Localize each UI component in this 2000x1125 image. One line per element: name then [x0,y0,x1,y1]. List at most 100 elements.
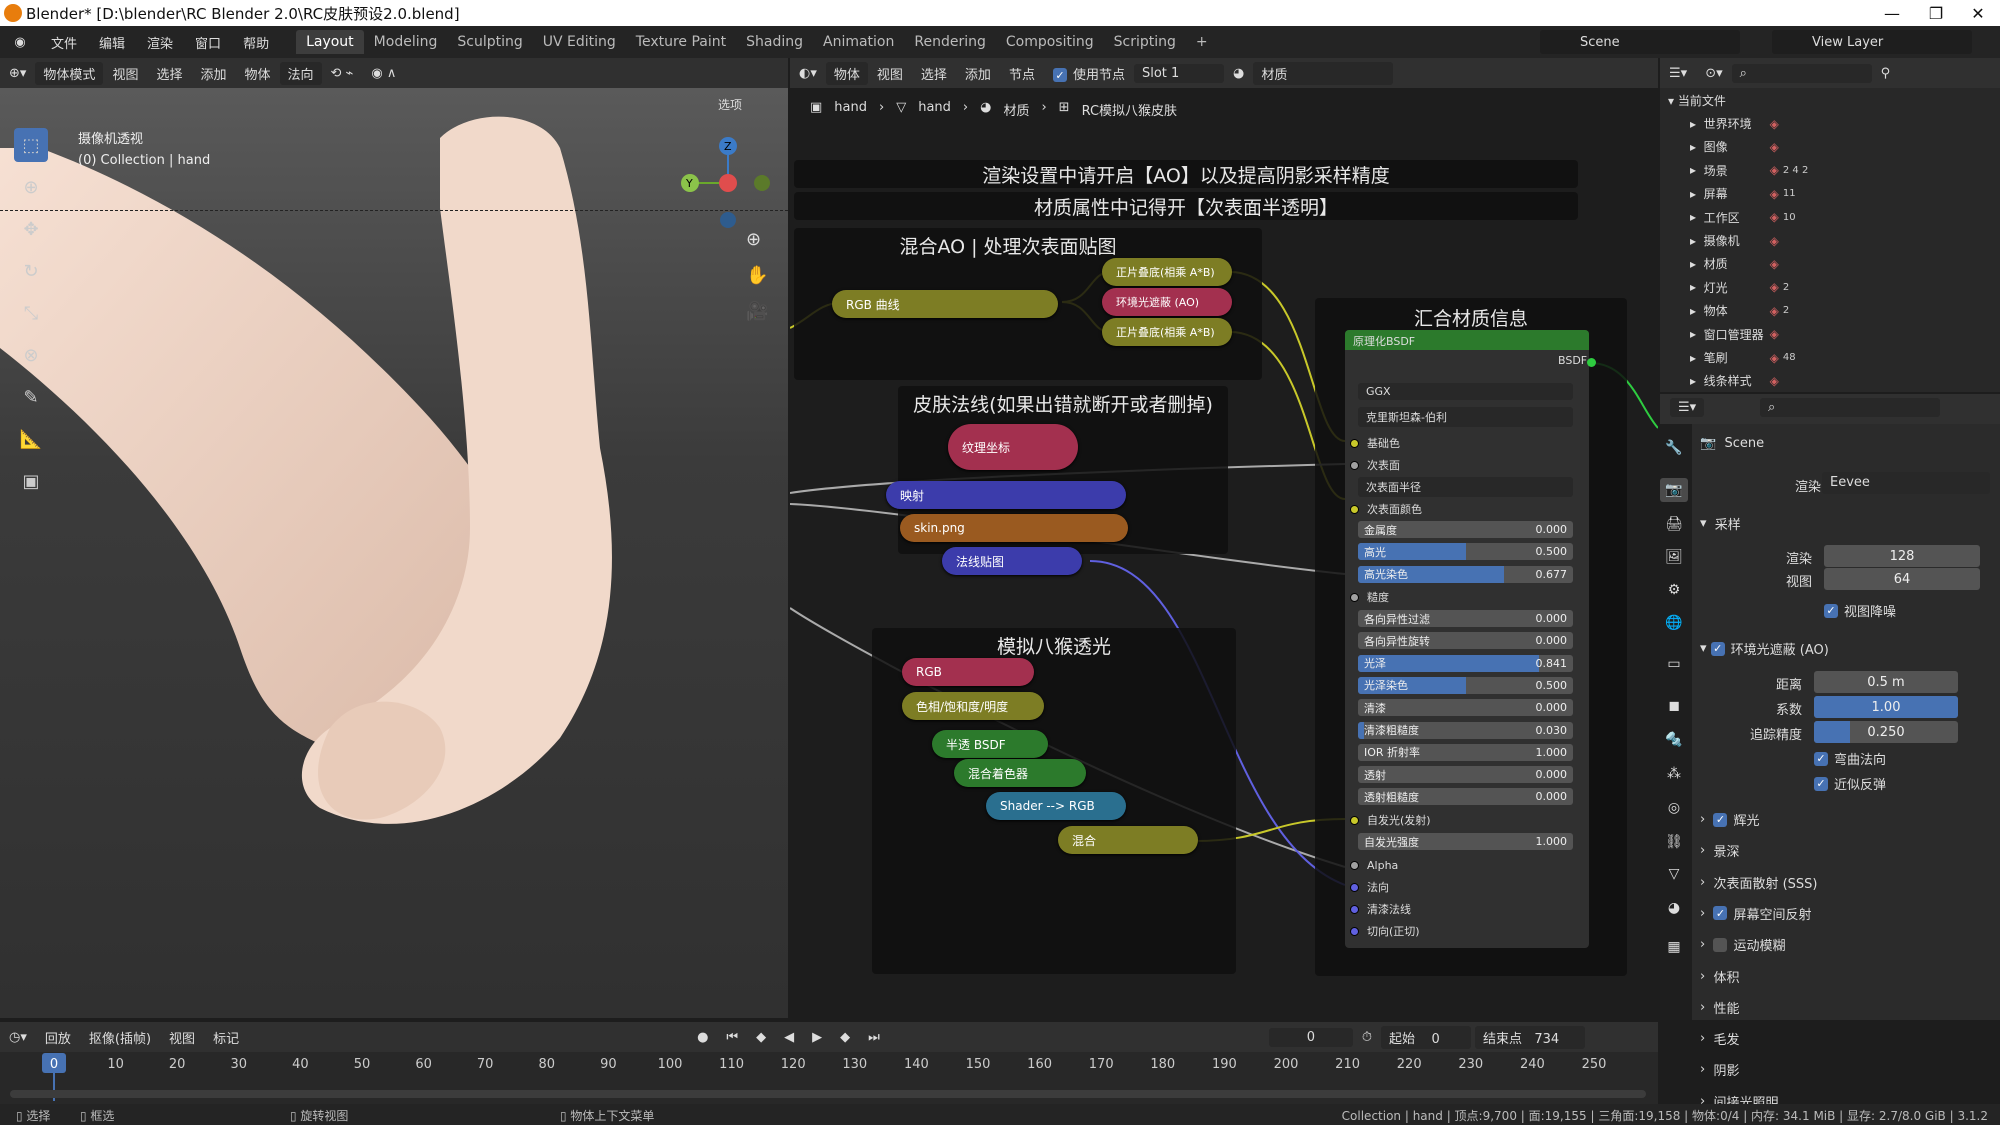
bsdf-subsurface-radius[interactable]: 次表面半径 [1358,477,1573,497]
bounce-approx-checkbox[interactable]: ✓ [1814,776,1828,791]
outliner-item[interactable]: ▸ 笔刷 ◈ 48 [1690,349,1796,366]
render-samples-field[interactable]: 128 [1824,545,1980,567]
subpanel-checkbox[interactable]: ✓ [1713,812,1728,827]
bsdf-slider[interactable]: 各向异性旋转 0.000 [1358,632,1573,650]
zoom-icon[interactable]: ⊕ [746,222,768,258]
physics-tab-icon[interactable]: ◎ [1660,796,1688,820]
editor-type-icon[interactable]: ⊕▾ [0,66,35,81]
bent-normals-checkbox[interactable]: ✓ [1814,751,1828,766]
outliner-item[interactable]: ▸ 工作区 ◈ 10 [1690,209,1796,226]
slot-dropdown[interactable]: Slot 1 [1133,63,1224,83]
keying-menu[interactable]: 抠像(插帧) [80,1028,160,1047]
material-tab-icon[interactable]: ◕ [1660,896,1688,920]
ao-checkbox[interactable]: ✓ [1710,641,1725,656]
menu-help[interactable]: 帮助 [232,33,280,52]
shader-type-dropdown[interactable]: 物体 [825,61,868,85]
annotate-tool-icon[interactable]: ✎ [14,380,48,414]
tab-sculpting[interactable]: Sculpting [447,30,532,54]
properties-subpanel[interactable]: › 次表面散射 (SSS) [1700,873,1818,892]
jump-end-icon[interactable]: ⏭ [859,1030,889,1045]
outliner-search-input[interactable]: ⌕ [1731,63,1872,83]
view-layer-tab-icon[interactable]: 🖼 [1660,545,1688,569]
node-translucent[interactable]: 半透 BSDF [932,730,1048,758]
properties-subpanel[interactable]: › 运动模糊 [1700,935,1785,954]
timeline-view-menu[interactable]: 视图 [160,1028,204,1047]
ao-panel-header[interactable]: ▾ ✓ 环境光遮蔽 (AO) [1700,639,1829,658]
rotate-tool-icon[interactable]: ↻ [14,254,48,288]
world-tab-icon[interactable]: 🌐 [1660,611,1688,635]
minimize-button[interactable]: — [1870,0,1914,26]
tab-scripting[interactable]: Scripting [1104,30,1186,54]
tool-tab-icon[interactable]: 🔧 [1660,436,1688,460]
close-button[interactable]: ✕ [1956,0,2000,26]
outliner-item[interactable]: ▸ 场景 ◈ 2 4 2 [1690,162,1808,179]
orientation-dropdown[interactable]: 法向 [279,61,322,85]
bsdf-tangent[interactable]: 切向(正切) [1350,921,1580,941]
bsdf-subsurface-color[interactable]: 次表面颜色 [1350,499,1580,519]
marker-menu[interactable]: 标记 [204,1028,248,1047]
node-texcoord[interactable]: 纹理坐标 [948,424,1078,470]
bsdf-base-color[interactable]: 基础色 [1350,433,1580,453]
node-multiply-1[interactable]: 正片叠底(相乘 A*B) [1102,258,1232,286]
display-mode-icon[interactable]: ⊙▾ [1696,66,1731,81]
node-mix-shader[interactable]: 混合着色器 [954,759,1086,787]
node-skin-image[interactable]: skin.png [900,514,1128,542]
preview-range-icon[interactable]: ⏱ [1353,1030,1381,1045]
constraint-tab-icon[interactable]: ⛓ [1660,830,1688,854]
properties-subpanel[interactable]: › 毛发 [1700,1029,1739,1048]
filter-icon[interactable]: ⚲ [1872,66,1900,81]
bsdf-output-socket[interactable] [1587,358,1596,367]
view-layer-selector[interactable]: View Layer [1772,30,1972,54]
add-workspace-icon[interactable]: + [1186,30,1218,54]
node-menu-add[interactable]: 添加 [956,64,1000,83]
properties-type-icon[interactable]: ☰▾ [1670,398,1705,417]
node-menu-select[interactable]: 选择 [912,64,956,83]
scene-selector[interactable]: Scene [1540,30,1740,54]
outliner-item[interactable]: ▸ 材质 ◈ [1690,255,1783,272]
bsdf-slider[interactable]: 金属度 0.000 [1358,521,1573,538]
node-multiply-2[interactable]: 正片叠底(相乘 A*B) [1102,318,1232,346]
gizmo-neg-y[interactable] [754,175,770,191]
render-tab-icon[interactable]: 📷 [1660,478,1688,502]
menu-file[interactable]: 文件 [40,33,88,52]
outliner-root[interactable]: ▾ 当前文件 [1668,92,1726,109]
cursor-tool-icon[interactable]: ⊕ [14,170,48,204]
bsdf-slider[interactable]: IOR 折射率 1.000 [1358,743,1573,761]
particles-tab-icon[interactable]: ⁂ [1660,762,1688,786]
next-key-icon[interactable]: ◆ [831,1030,859,1045]
use-nodes-checkbox[interactable]: ✓ [1052,68,1067,82]
material-name-field[interactable]: 材质 [1253,61,1394,85]
node-hsv[interactable]: 色相/饱和度/明度 [902,692,1044,720]
playback-menu[interactable]: 回放 [36,1028,80,1047]
outliner-type-icon[interactable]: ☰▾ [1660,66,1696,81]
bsdf-roughness[interactable]: 糙度 [1350,587,1580,607]
properties-subpanel[interactable]: › ✓ 辉光 [1700,810,1759,829]
properties-subpanel[interactable]: › 体积 [1700,967,1739,986]
outliner-item[interactable]: ▸ 窗口管理器 ◈ [1690,326,1783,343]
end-frame-field[interactable]: 结束点 734 [1474,1025,1585,1049]
bsdf-slider[interactable]: 清漆粗糙度 0.030 [1358,721,1573,739]
select-box-tool-icon[interactable]: ⬚ [14,128,48,162]
outliner-item[interactable]: ▸ 图像 ◈ [1690,138,1783,155]
node-shader-to-rgb[interactable]: Shader --> RGB [986,792,1126,820]
node-menu-node[interactable]: 节点 [1000,64,1044,83]
data-tab-icon[interactable]: ▽ [1660,862,1688,886]
bsdf-slider[interactable]: 高光染色 0.677 [1358,565,1573,583]
outliner-item[interactable]: ▸ 世界环境 ◈ [1690,115,1783,132]
proportional-icon[interactable]: ◉ ∧ [362,66,405,81]
modifier-tab-icon[interactable]: 🔩 [1660,728,1688,752]
node-menu-view[interactable]: 视图 [868,64,912,83]
current-frame-field[interactable]: 0 [1268,1027,1353,1047]
pan-hand-icon[interactable]: ✋ [746,258,768,294]
tab-layout[interactable]: Layout [296,30,364,54]
move-tool-icon[interactable]: ✥ [14,212,48,246]
use-nodes-toggle[interactable]: ✓ 使用节点 [1044,64,1134,83]
subpanel-checkbox[interactable] [1713,937,1728,952]
material-sphere-icon[interactable]: ◕ [1224,66,1253,81]
node-editor-type-icon[interactable]: ◐▾ [790,66,826,81]
bsdf-emission-strength[interactable]: 自发光强度 1.000 [1358,833,1573,850]
properties-subpanel[interactable]: › 景深 [1700,841,1739,860]
viewport-menu-object[interactable]: 物体 [235,64,279,83]
gizmo-x-axis[interactable] [719,174,737,192]
properties-subpanel[interactable]: › 性能 [1700,998,1739,1017]
